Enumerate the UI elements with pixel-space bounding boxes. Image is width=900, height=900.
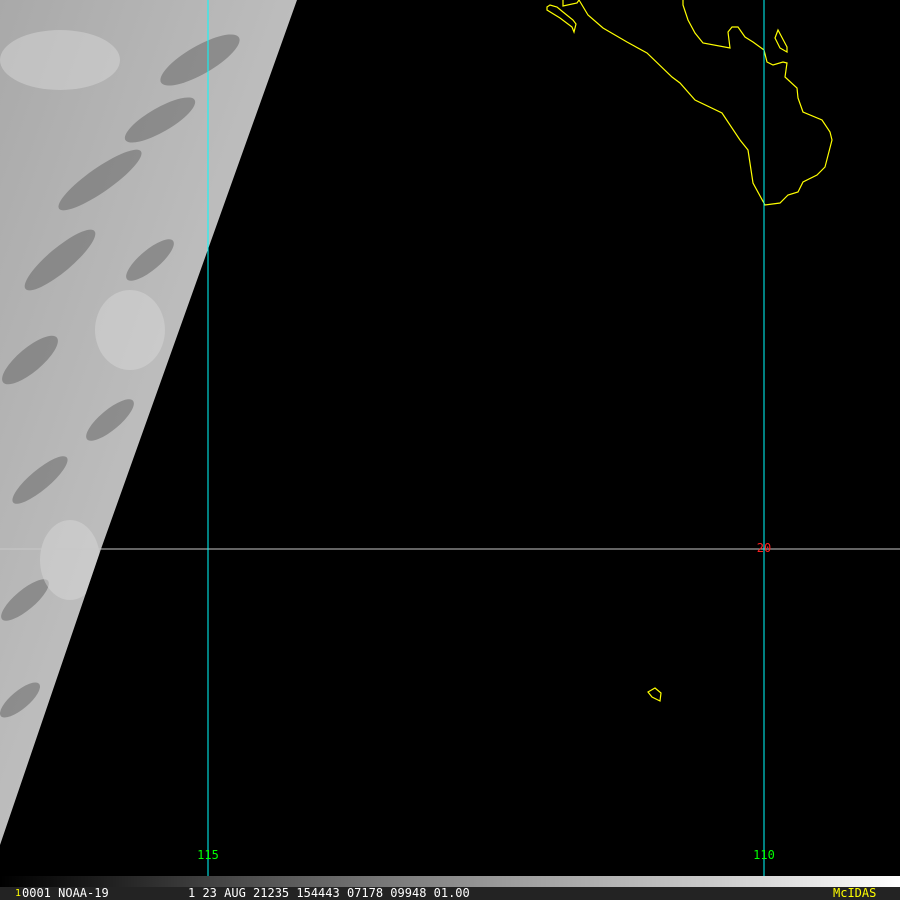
status-bar: 1 0001 NOAA-19 1 23 AUG 21235 154443 071…: [0, 887, 900, 900]
longitude-label-110: 110: [753, 848, 775, 862]
frame-info: 0001 NOAA-19: [22, 886, 109, 900]
map-canvas: [0, 0, 900, 887]
baja-california-coastline: [562, 0, 833, 206]
frame-marker: 1: [15, 888, 22, 899]
island-west: [546, 4, 577, 34]
island-socorro: [647, 687, 662, 702]
mcidas-brand: McIDAS: [833, 886, 877, 900]
latitude-label-20: 20: [756, 541, 772, 555]
cloud-swath: [0, 0, 297, 845]
longitude-label-115: 115: [197, 848, 219, 862]
island-east: [774, 28, 788, 54]
coastline: [546, 0, 833, 702]
image-details: 1 23 AUG 21235 154443 07178 09948 01.00: [188, 886, 470, 900]
satellite-image-viewer: 115 110 20 1 0001 NOAA-19 1 23 AUG 21235…: [0, 0, 900, 900]
